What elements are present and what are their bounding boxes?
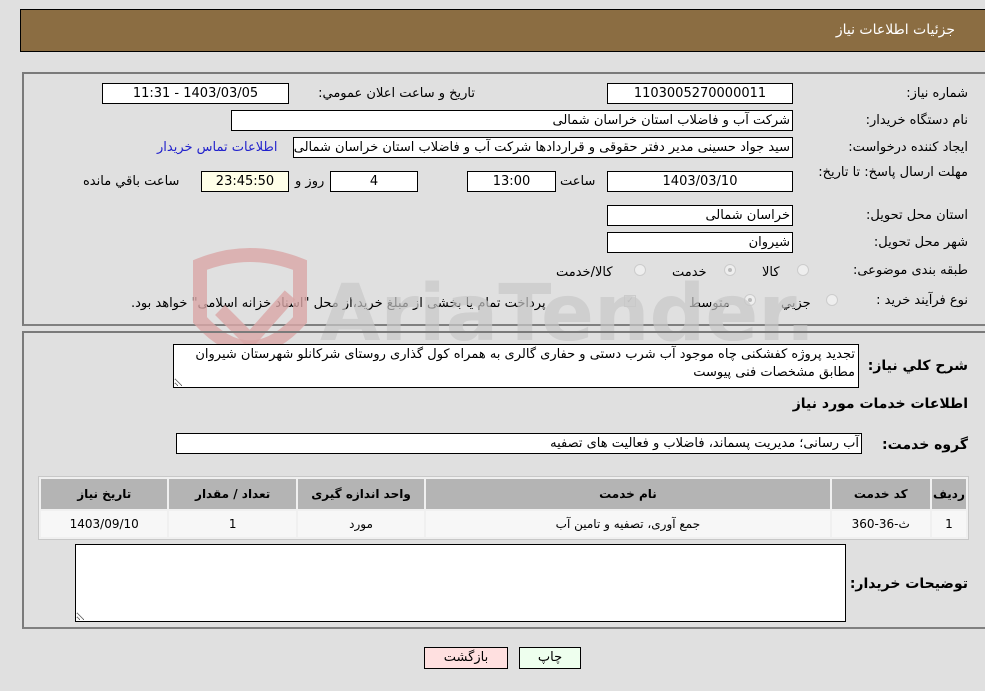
deadline-label: مهلت ارسال پاسخ: تا تاریخ: <box>818 165 968 180</box>
cell-service-name: جمع آوری، تصفیه و تامین آب <box>426 511 830 537</box>
category-option-goods-service: کالا/خدمت <box>556 265 613 280</box>
category-radio-service[interactable] <box>724 264 736 276</box>
col-service-code: کد خدمت <box>831 479 930 509</box>
need-number-field[interactable]: 1103005270000011 <box>607 83 793 104</box>
col-need-date: تاريخ نياز <box>41 479 168 509</box>
col-row-number: رديف <box>931 479 966 509</box>
cell-service-code: ث-36-360 <box>831 511 930 537</box>
buyer-org-field[interactable]: شرکت آب و فاضلاب استان خراسان شمالی <box>231 110 793 131</box>
announce-datetime-field[interactable]: 1403/03/05 - 11:31 <box>102 83 289 104</box>
col-quantity: تعداد / مقدار <box>169 479 296 509</box>
province-field[interactable]: خراسان شمالی <box>607 205 793 226</box>
description-label: شرح کلي نياز: <box>867 358 968 374</box>
buyer-notes-label: توضیحات خریدار: <box>849 576 968 592</box>
buyer-contact-link[interactable]: اطلاعات تماس خریدار <box>157 140 277 155</box>
purchase-type-option-minor: جزيي <box>781 296 811 311</box>
treasury-checkbox[interactable]: ✓ <box>624 295 636 307</box>
announce-datetime-label: تاریخ و ساعت اعلان عمومي: <box>318 86 475 101</box>
requester-label: ایجاد کننده درخواست: <box>848 140 968 155</box>
deadline-date-field[interactable]: 1403/03/10 <box>607 171 793 192</box>
cell-need-date: 1403/09/10 <box>41 511 168 537</box>
services-section-title: اطلاعات خدمات مورد نياز <box>792 396 968 412</box>
description-textarea[interactable]: تجدید پروژه کفشکنی چاه موجود آب شرب دستی… <box>173 344 859 388</box>
category-radio-goods-service[interactable] <box>634 264 646 276</box>
need-number-label: شماره نیاز: <box>906 86 968 101</box>
city-label: شهر محل تحویل: <box>873 235 968 250</box>
category-option-goods: کالا <box>762 265 780 280</box>
remaining-time-label: ساعت باقي مانده <box>83 174 180 189</box>
purchase-type-option-medium: متوسط <box>689 296 730 311</box>
purchase-type-radio-minor[interactable] <box>826 294 838 306</box>
col-service-name: نام خدمت <box>426 479 830 509</box>
service-group-field[interactable]: آب رسانی؛ مدیریت پسماند، فاضلاب و فعالیت… <box>176 433 862 454</box>
purchase-type-radio-medium[interactable] <box>744 294 756 306</box>
cell-row-number: 1 <box>931 511 966 537</box>
city-field[interactable]: شیروان <box>607 232 793 253</box>
category-option-service: خدمت <box>672 265 707 280</box>
treasury-note: پرداخت تمام یا بخشی از مبلغ خرید،از محل … <box>131 296 546 311</box>
remaining-days-field[interactable]: 4 <box>330 171 418 192</box>
print-button[interactable]: چاپ <box>519 647 581 669</box>
service-group-label: گروه خدمت: <box>882 437 968 453</box>
days-label: روز و <box>295 174 325 189</box>
cell-quantity: 1 <box>169 511 296 537</box>
cell-unit: مورد <box>297 511 425 537</box>
category-radio-goods[interactable] <box>797 264 809 276</box>
category-label: طبقه بندی موضوعی: <box>852 263 968 278</box>
purchase-type-label: نوع فرآیند خرید : <box>876 293 968 308</box>
buyer-org-label: نام دستگاه خريدار: <box>865 113 968 128</box>
page-header: جزئیات اطلاعات نیاز <box>20 9 985 52</box>
page-title: جزئیات اطلاعات نیاز <box>835 22 955 38</box>
deadline-time-label: ساعت <box>560 174 596 189</box>
back-button[interactable]: بازگشت <box>424 647 508 669</box>
table-header-row: رديف کد خدمت نام خدمت واحد اندازه گيری ت… <box>41 479 966 509</box>
remaining-time-field[interactable]: 23:45:50 <box>201 171 289 192</box>
table-row: 1 ث-36-360 جمع آوری، تصفیه و تامین آب مو… <box>41 511 966 537</box>
col-unit: واحد اندازه گيری <box>297 479 425 509</box>
services-table: رديف کد خدمت نام خدمت واحد اندازه گيری ت… <box>38 476 969 540</box>
province-label: استان محل تحویل: <box>866 208 968 223</box>
requester-field[interactable]: سید جواد حسینی مدیر دفتر حقوقی و قرارداد… <box>293 137 793 158</box>
buyer-notes-textarea[interactable] <box>75 544 846 622</box>
deadline-time-field[interactable]: 13:00 <box>467 171 556 192</box>
